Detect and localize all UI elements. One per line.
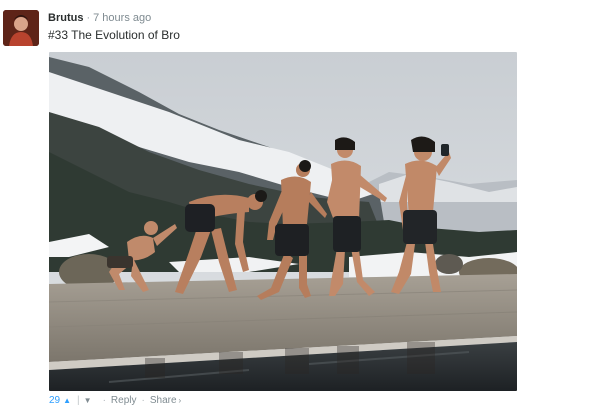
comment-header: Brutus · 7 hours ago	[48, 11, 151, 25]
vote-divider: |	[77, 395, 80, 406]
footer-separator: ·	[141, 395, 145, 406]
reply-button[interactable]: Reply	[111, 394, 137, 408]
comment-footer: 29 ▲ | ▼ · Reply · Share ›	[49, 394, 181, 408]
timestamp[interactable]: 7 hours ago	[93, 12, 151, 24]
upvote-arrow-icon[interactable]: ▲	[63, 394, 71, 408]
avatar[interactable]	[3, 10, 39, 46]
comment-text: #33 The Evolution of Bro	[48, 28, 180, 42]
comment-image[interactable]	[49, 52, 517, 391]
share-button[interactable]: Share ›	[150, 394, 181, 408]
downvote-arrow-icon[interactable]: ▼	[84, 394, 92, 408]
vote-count: 29	[49, 395, 61, 406]
share-arrow-icon: ›	[178, 396, 182, 405]
author-name[interactable]: Brutus	[48, 12, 83, 24]
footer-separator: ·	[102, 395, 106, 406]
share-label: Share	[149, 395, 177, 406]
separator: ·	[86, 12, 91, 24]
